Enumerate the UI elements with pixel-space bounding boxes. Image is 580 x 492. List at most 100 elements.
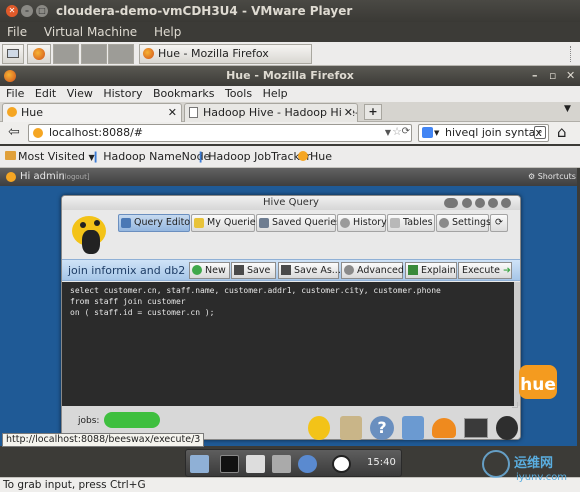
tab-list-icon[interactable]: ▼ bbox=[564, 104, 571, 114]
show-desktop-button[interactable] bbox=[2, 44, 24, 64]
refresh-button[interactable]: ⟳ bbox=[490, 214, 508, 232]
explain-icon bbox=[408, 265, 418, 275]
firefox-icon bbox=[33, 48, 45, 60]
tab-history[interactable]: History bbox=[337, 214, 387, 232]
tab-settings[interactable]: Settings bbox=[436, 214, 491, 232]
bookmark-most-visited[interactable]: Most Visited ▼ bbox=[5, 146, 95, 169]
bookmarks-toolbar: Most Visited ▼ ❙ Hadoop NameNode ❙ Hadoop … bbox=[0, 146, 580, 168]
maximize-window-icon[interactable]: □ bbox=[36, 5, 48, 17]
window-resize-grip[interactable] bbox=[512, 402, 518, 408]
menu-help[interactable]: Help bbox=[154, 25, 181, 39]
home-icon[interactable]: ⌂ bbox=[557, 123, 567, 141]
navigation-toolbar: ⇦ localhost:8088/# ▼ ☆ ⟳ ▼ hiveql join s… bbox=[0, 122, 580, 144]
firefox-icon bbox=[4, 70, 16, 82]
terminal-icon[interactable] bbox=[220, 455, 239, 473]
job-designer-icon[interactable] bbox=[402, 416, 424, 440]
tab-tables[interactable]: Tables bbox=[387, 214, 435, 232]
hue-desktop: Hi admin [logout] ⚙ Shortcuts Hive Query… bbox=[0, 168, 577, 446]
tab-close-icon[interactable]: ✕ bbox=[168, 104, 177, 121]
advanced-button[interactable]: Advanced bbox=[341, 262, 404, 279]
firefox-icon bbox=[143, 48, 154, 59]
execute-button[interactable]: Execute ➜ bbox=[458, 262, 512, 279]
search-icon[interactable]: ⌕ bbox=[534, 126, 546, 139]
feather-icon: ❙ bbox=[196, 150, 206, 163]
query-line: from staff join customer bbox=[70, 297, 186, 306]
text-editor-icon[interactable] bbox=[246, 455, 265, 473]
taskbar-window-label: Hue - Mozilla Firefox bbox=[158, 47, 269, 60]
minimize-icon[interactable]: – bbox=[532, 66, 538, 86]
tools-icon[interactable] bbox=[190, 455, 209, 473]
bookmark-star-icon[interactable]: ☆ bbox=[392, 124, 402, 140]
help-icon[interactable] bbox=[462, 198, 472, 208]
close-icon[interactable] bbox=[501, 198, 511, 208]
tab-label: Hue bbox=[21, 106, 44, 119]
reload-icon[interactable]: ⟳ bbox=[402, 124, 410, 140]
dropdown-arrow-icon[interactable]: ▼ bbox=[385, 125, 391, 141]
search-bar[interactable]: ▼ hiveql join syntax ⌕ bbox=[418, 124, 549, 142]
menu-help[interactable]: Help bbox=[263, 87, 288, 100]
menu-history[interactable]: History bbox=[103, 87, 142, 100]
workspace-firefox[interactable] bbox=[27, 44, 51, 64]
workspace-3[interactable] bbox=[81, 44, 107, 64]
help-icon[interactable]: ? bbox=[370, 416, 394, 440]
clock-icon bbox=[340, 218, 350, 228]
menu-edit[interactable]: Edit bbox=[35, 87, 56, 100]
browser-globe-icon[interactable] bbox=[298, 455, 317, 473]
explain-button[interactable]: Explain bbox=[405, 262, 457, 279]
tab-hadoop-hive[interactable]: Hadoop Hive - Hadoop Hive- J... ✕ bbox=[184, 103, 358, 122]
minimize-icon[interactable] bbox=[488, 198, 498, 208]
bookmark-hue[interactable]: Hue bbox=[298, 146, 332, 168]
close-window-icon[interactable]: ✕ bbox=[6, 5, 18, 17]
taskbar-firefox-window[interactable]: Hue - Mozilla Firefox bbox=[139, 44, 312, 64]
file-manager-icon[interactable] bbox=[272, 455, 291, 473]
jobs-status-badge[interactable] bbox=[104, 412, 160, 428]
shutdown-icon[interactable] bbox=[332, 455, 351, 473]
save-button[interactable]: Save bbox=[231, 262, 276, 279]
floppy-icon bbox=[281, 265, 291, 275]
shell-icon[interactable] bbox=[464, 418, 488, 438]
iyunv-watermark: 运维网 iyunv.com bbox=[480, 448, 580, 492]
query-editor[interactable]: select customer.cn, staff.name, customer… bbox=[62, 282, 514, 406]
restore-icon[interactable]: ▫ bbox=[549, 66, 556, 86]
minimize-window-icon[interactable]: – bbox=[21, 5, 33, 17]
user-admin-icon[interactable] bbox=[432, 418, 456, 438]
tab-label: Hadoop Hive - Hadoop Hive- J... bbox=[203, 106, 357, 119]
menu-file[interactable]: File bbox=[7, 25, 27, 39]
tab-my-queries[interactable]: My Queries bbox=[191, 214, 261, 232]
logout-link[interactable]: [logout] bbox=[62, 168, 90, 186]
add-icon bbox=[192, 265, 202, 275]
shortcuts-link[interactable]: ⚙ Shortcuts bbox=[528, 168, 576, 186]
tab-hue[interactable]: Hue ✕ bbox=[2, 103, 182, 122]
new-tab-button[interactable]: + bbox=[364, 104, 382, 120]
save-as-button[interactable]: Save As... bbox=[278, 262, 341, 279]
menu-tools[interactable]: Tools bbox=[225, 87, 252, 100]
hive-bee-logo bbox=[68, 212, 110, 256]
table-icon bbox=[390, 218, 400, 228]
window-settings-icon[interactable] bbox=[444, 198, 458, 208]
hue-topbar: Hi admin [logout] ⚙ Shortcuts bbox=[0, 168, 577, 186]
status-icon[interactable] bbox=[496, 416, 518, 440]
workspace-2[interactable] bbox=[53, 44, 79, 64]
back-arrow-icon[interactable]: ⇦ bbox=[8, 124, 20, 140]
menu-bookmarks[interactable]: Bookmarks bbox=[153, 87, 214, 100]
search-engine-dropdown-icon[interactable]: ▼ bbox=[434, 125, 439, 141]
desktop-icon bbox=[7, 49, 19, 58]
url-text: localhost:8088/# bbox=[49, 126, 143, 139]
menu-virtual-machine[interactable]: Virtual Machine bbox=[44, 25, 137, 39]
close-icon[interactable]: ✕ bbox=[566, 66, 575, 86]
new-button[interactable]: New bbox=[189, 262, 230, 279]
tab-close-icon[interactable]: ✕ bbox=[341, 104, 353, 121]
menu-file[interactable]: File bbox=[6, 87, 24, 100]
workspace-4[interactable] bbox=[108, 44, 134, 64]
feather-icon: ❙ bbox=[91, 150, 101, 163]
tab-saved-queries[interactable]: Saved Queries bbox=[256, 214, 341, 232]
bookmark-hadoop-namenode[interactable]: ❙ Hadoop NameNode bbox=[91, 146, 210, 168]
hue-favicon bbox=[7, 107, 17, 117]
menu-view[interactable]: View bbox=[67, 87, 93, 100]
hive-bee-icon[interactable] bbox=[308, 416, 330, 440]
add-icon[interactable] bbox=[475, 198, 485, 208]
bookmark-hadoop-jobtracker[interactable]: ❙ Hadoop JobTracker bbox=[196, 146, 311, 168]
tab-query-editor[interactable]: Query Editor bbox=[118, 214, 194, 232]
file-browser-icon[interactable] bbox=[340, 416, 362, 440]
url-bar[interactable]: localhost:8088/# ▼ ☆ ⟳ bbox=[28, 124, 412, 142]
